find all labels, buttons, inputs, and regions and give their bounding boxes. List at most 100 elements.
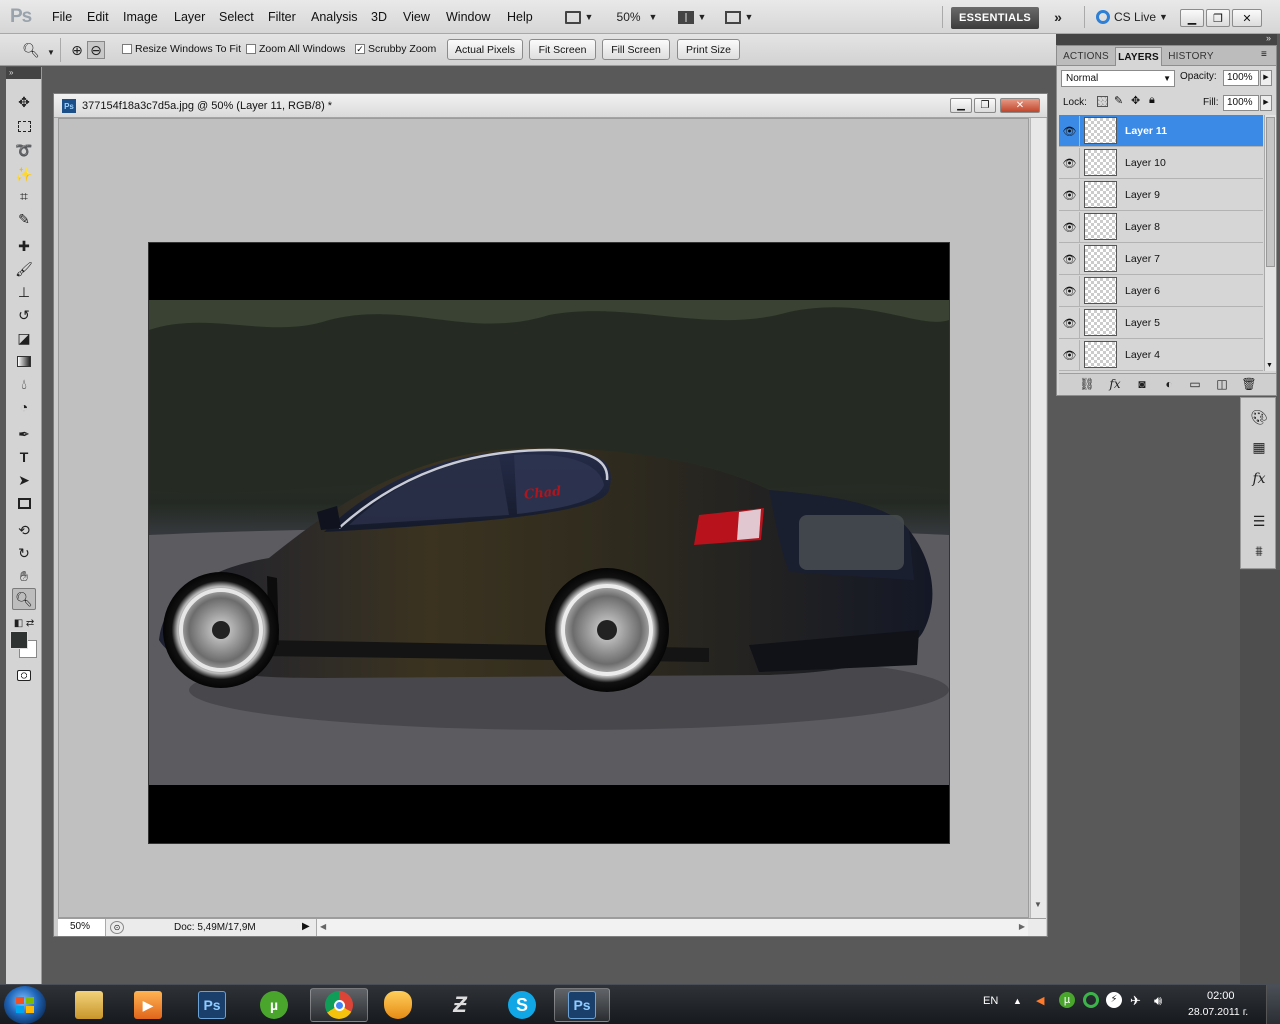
layer-style-icon[interactable]: fx [1107,377,1123,391]
doc-restore-button[interactable]: ❐ [974,98,996,113]
layer-name[interactable]: Layer 8 [1125,221,1160,233]
start-button[interactable] [4,986,46,1024]
doc-close-button[interactable]: ✕ [1000,98,1040,113]
hand-tool-icon[interactable]: ✋︎ [12,565,36,587]
3d-orbit-tool-icon[interactable]: ↻ [12,542,36,564]
collapse-panels-icon[interactable]: » [1266,33,1271,43]
speaker-alert-icon[interactable]: ◀ [1036,994,1044,1007]
dodge-tool-icon[interactable]: ◔ [12,396,36,418]
utorrent-tray-icon[interactable]: µ [1059,992,1075,1008]
lasso-tool-icon[interactable]: ➰ [12,139,36,161]
visibility-eye-icon[interactable]: 👁︎ [1060,244,1080,274]
layer-thumbnail[interactable] [1084,181,1117,208]
zoom-in-icon[interactable]: ⊕ [68,41,86,59]
visibility-eye-icon[interactable]: 👁︎ [1060,148,1080,178]
taskbar-photoshop-active[interactable]: Ps [554,988,610,1022]
menu-help[interactable]: Help [507,10,533,24]
adjustments-panel-icon[interactable]: ☰ [1248,510,1270,532]
document-title-bar[interactable]: Ps 377154f18a3c7d5a.jpg @ 50% (Layer 11,… [54,94,1047,118]
restore-button[interactable]: ❐ [1206,9,1230,27]
checkmark-icon[interactable]: ✓ [355,44,365,54]
quick-selection-tool-icon[interactable]: ✨ [12,163,36,185]
layer-row[interactable]: 👁︎ Layer 5 [1059,307,1263,339]
launch-bridge-button[interactable]: ▼ [560,7,598,27]
eraser-tool-icon[interactable]: ◪ [12,327,36,349]
menu-view[interactable]: View [403,10,430,24]
layer-thumbnail[interactable] [1084,309,1117,336]
tab-history[interactable]: HISTORY [1165,47,1217,66]
layer-row[interactable]: 👁︎ Layer 7 [1059,243,1263,275]
history-brush-tool-icon[interactable]: ↺ [12,304,36,326]
scroll-thumb[interactable] [1266,117,1275,267]
scroll-right-icon[interactable]: ▶ [1019,922,1025,931]
taskbar-photoshop-pinned[interactable]: Ps [186,988,238,1022]
visibility-eye-icon[interactable]: 👁︎ [1060,180,1080,210]
zoom-all-windows-checkbox[interactable]: Zoom All Windows [246,43,345,55]
visibility-eye-icon[interactable]: 👁︎ [1060,340,1080,370]
chevron-down-icon[interactable]: ▼ [42,43,60,61]
rectangle-tool-icon[interactable] [12,492,36,514]
pen-tool-icon[interactable]: ✒ [12,423,36,445]
brush-tool-icon[interactable]: 🖌︎ [12,258,36,280]
new-group-icon[interactable]: ▭ [1187,377,1203,391]
visibility-eye-icon[interactable]: 👁︎ [1060,308,1080,338]
menu-file[interactable]: File [52,10,72,24]
taskbar-explorer[interactable] [63,988,115,1022]
layer-thumbnail[interactable] [1084,277,1117,304]
fit-screen-button[interactable]: Fit Screen [529,39,596,60]
panel-dock-header[interactable]: » [1056,33,1277,45]
lock-position-icon[interactable]: ✥ [1131,94,1140,107]
show-desktop-button[interactable] [1266,985,1280,1024]
path-selection-tool-icon[interactable]: ➤ [12,469,36,491]
layer-row[interactable]: 👁︎ Layer 6 [1059,275,1263,307]
fill-screen-button[interactable]: Fill Screen [602,39,670,60]
layer-thumbnail[interactable] [1084,117,1117,144]
color-panel-icon[interactable]: 🎨︎ [1248,406,1270,428]
fill-slider-arrow-icon[interactable]: ▶ [1260,95,1272,111]
volume-tray-icon[interactable]: 🔊︎ [1154,993,1162,1009]
taskbar-media-player[interactable]: ▶ [122,988,174,1022]
menu-3d[interactable]: 3D [371,10,387,24]
visibility-eye-icon[interactable]: 👁︎ [1060,212,1080,242]
print-size-button[interactable]: Print Size [677,39,740,60]
scroll-left-icon[interactable]: ◀ [320,922,326,931]
blur-tool-icon[interactable]: 💧︎ [12,373,36,395]
masks-panel-icon[interactable]: ⩩ [1248,540,1270,562]
clock-time[interactable]: 02:00 [1207,990,1235,1002]
layer-row[interactable]: 👁︎ Layer 4 [1059,339,1263,371]
layer-row[interactable]: 👁︎ Layer 9 [1059,179,1263,211]
visibility-eye-icon[interactable]: 👁︎ [1060,276,1080,306]
horizontal-scrollbar[interactable]: ◀ ▶ [316,919,1028,936]
panel-menu-icon[interactable]: ≡ [1261,49,1267,60]
scrubby-zoom-checkbox[interactable]: ✓ Scrubby Zoom [355,43,436,55]
adjustment-layer-icon[interactable]: ◐ [1161,377,1177,391]
tab-layers[interactable]: LAYERS [1115,47,1162,66]
gradient-tool-icon[interactable] [12,350,36,372]
layer-name[interactable]: Layer 6 [1125,285,1160,297]
status-info-icon[interactable]: ⊙ [110,921,124,934]
blend-mode-dropdown[interactable]: Normal ▼ [1061,70,1175,87]
layer-thumbnail[interactable] [1084,341,1117,368]
layer-name[interactable]: Layer 7 [1125,253,1160,265]
menu-image[interactable]: Image [123,10,158,24]
zoom-level-dropdown[interactable]: 50% ▼ [611,7,663,27]
layer-thumbnail[interactable] [1084,213,1117,240]
flash-tray-icon[interactable]: ⚡ [1106,992,1122,1008]
workspace-essentials-button[interactable]: ESSENTIALS [951,7,1039,29]
type-tool-icon[interactable]: T [12,446,36,468]
document-canvas[interactable]: Chad [149,243,949,843]
layer-thumbnail[interactable] [1084,245,1117,272]
lock-all-icon[interactable]: 🔒︎ [1149,94,1155,107]
link-layers-icon[interactable]: ⛓ [1079,377,1095,391]
lock-transparent-icon[interactable] [1097,96,1108,107]
swatches-panel-icon[interactable]: ▦ [1248,436,1270,458]
move-tool-icon[interactable]: ✥ [12,91,36,113]
menu-select[interactable]: Select [219,10,254,24]
vertical-scrollbar[interactable]: ▼ [1030,118,1046,918]
network-tray-icon[interactable]: ✈ [1130,993,1141,1009]
minimize-button[interactable]: ▁ [1180,9,1204,27]
layer-row[interactable]: 👁︎ Layer 10 [1059,147,1263,179]
foreground-color-swatch[interactable] [10,631,28,649]
cs-live-button[interactable]: CS Live ▼ [1092,7,1172,27]
checkbox-box[interactable] [246,44,256,54]
